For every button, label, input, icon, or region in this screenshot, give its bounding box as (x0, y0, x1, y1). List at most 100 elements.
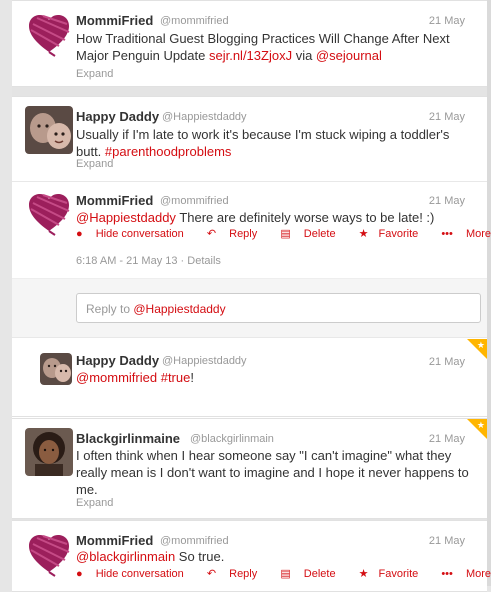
tweet-text: @Happiestdaddy There are definitely wors… (76, 209, 474, 226)
timeline-left-rail (0, 0, 12, 586)
hashtag-link[interactable]: #true (161, 370, 191, 385)
avatar[interactable] (25, 530, 73, 578)
conversation-card[interactable]: Happy Daddy @Happiestdaddy 21 May Usuall… (12, 96, 491, 418)
tweet-actions: ● Hide conversation ↶ Reply ▤ Delete ★ Fa… (76, 567, 491, 580)
tweet-text-body: So true. (175, 549, 225, 564)
more-button[interactable]: ••• More (441, 568, 491, 580)
reply-label: Reply (229, 228, 258, 240)
mention-link[interactable]: @mommifried (76, 370, 157, 385)
mention-link[interactable]: @blackgirlinmain (76, 549, 175, 564)
author-name[interactable]: Blackgirlinmaine (76, 431, 180, 446)
speech-bubble-icon: ● (76, 228, 83, 240)
person-photo-avatar-icon (25, 428, 73, 476)
star-icon: ★ (476, 340, 485, 350)
favorite-button[interactable]: ★ Favorite (359, 568, 429, 580)
author-name[interactable]: Happy Daddy (76, 353, 159, 368)
reply-input[interactable]: Reply to @Happiestdaddy (76, 293, 481, 323)
speech-bubble-icon: ● (76, 568, 83, 580)
hide-conversation-label: Hide conversation (95, 228, 184, 240)
delete-button[interactable]: ▤ Delete (280, 568, 345, 580)
baby-photo-avatar-icon (25, 106, 73, 154)
star-icon: ★ (358, 568, 369, 580)
tweet-link[interactable]: sejr.nl/13ZjoxJ (209, 48, 292, 63)
trash-icon: ▤ (280, 228, 291, 240)
hashtag-link[interactable]: #parenthoodproblems (105, 144, 231, 159)
divider (12, 337, 487, 338)
reply-button[interactable]: ↶ Reply (207, 228, 267, 240)
hide-conversation-button[interactable]: ● Hide conversation (76, 568, 194, 580)
avatar[interactable] (25, 428, 73, 476)
more-dots-icon: ••• (441, 228, 453, 240)
hide-conversation-button[interactable]: ● Hide conversation (76, 228, 194, 240)
author-name[interactable]: MommiFried (76, 193, 153, 208)
author-name[interactable]: MommiFried (76, 13, 153, 28)
author-name[interactable]: Happy Daddy (76, 109, 159, 124)
yarn-heart-avatar-icon (25, 10, 73, 58)
tweet-time[interactable]: 21 May (429, 535, 465, 547)
baby-photo-avatar-icon (40, 353, 72, 385)
author-handle[interactable]: @blackgirlinmain (190, 433, 274, 445)
tweet-text: Usually if I'm late to work it's because… (76, 126, 474, 160)
trash-icon: ▤ (280, 568, 291, 580)
star-icon: ★ (476, 420, 485, 430)
avatar[interactable] (25, 106, 73, 154)
favorite-label: Favorite (378, 228, 419, 240)
tweet-time[interactable]: 21 May (429, 195, 465, 207)
delete-label: Delete (303, 228, 336, 240)
favorite-label: Favorite (378, 568, 419, 580)
tweet-text: I often think when I hear someone say "I… (76, 448, 469, 497)
reply-arrow-icon: ↶ (206, 228, 217, 240)
tweet-text: @mommifried #true! (76, 369, 474, 386)
expand-link[interactable]: Expand (76, 497, 113, 509)
more-label: More (465, 228, 491, 240)
star-icon: ★ (358, 228, 369, 240)
avatar[interactable] (25, 189, 73, 237)
yarn-heart-avatar-icon (25, 189, 73, 237)
yarn-heart-avatar-icon (25, 530, 73, 578)
tweet-text: How Traditional Guest Blogging Practices… (76, 30, 474, 64)
reply-button[interactable]: ↶ Reply (207, 568, 267, 580)
tweet-time[interactable]: 21 May (429, 15, 465, 27)
expand-link[interactable]: Expand (76, 68, 113, 80)
divider (12, 181, 487, 182)
tweet-text-body: ! (190, 370, 194, 385)
delete-button[interactable]: ▤ Delete (280, 228, 345, 240)
tweet-timestamp-row: 6:18 AM - 21 May 13 · Details (76, 255, 221, 267)
tweet-text-via: via (292, 48, 316, 63)
mention-link[interactable]: @sejournal (316, 48, 382, 63)
delete-label: Delete (303, 568, 336, 580)
tweet-actions: ● Hide conversation ↶ Reply ▤ Delete ★ Fa… (76, 227, 491, 240)
reply-arrow-icon: ↶ (206, 568, 217, 580)
author-handle[interactable]: @Happiestdaddy (162, 355, 247, 367)
avatar[interactable] (25, 10, 73, 58)
tweet-time[interactable]: 21 May (429, 433, 465, 445)
author-handle[interactable]: @mommifried (160, 535, 229, 547)
author-handle[interactable]: @mommifried (160, 15, 229, 27)
tweet-timestamp[interactable]: 6:18 AM - 21 May 13 (76, 255, 178, 267)
tweet-text-body: There are definitely worse ways to be la… (175, 210, 435, 225)
tweet-time[interactable]: 21 May (429, 356, 465, 368)
more-label: More (465, 568, 491, 580)
favorite-button[interactable]: ★ Favorite (359, 228, 429, 240)
tweet-card[interactable]: MommiFried @mommifried 21 May How Tradit… (12, 0, 487, 87)
tweet-text: @blackgirlinmain So true. (76, 548, 474, 565)
tweet-card[interactable]: ★ Blackgirlinmaine @blackgirlinmain 21 M… (12, 418, 487, 519)
more-button[interactable]: ••• More (441, 228, 491, 240)
reply-mention: @Happiestdaddy (133, 302, 226, 316)
tweet-time[interactable]: 21 May (429, 111, 465, 123)
tweet-card[interactable]: MommiFried @mommifried 21 May @blackgirl… (12, 520, 491, 592)
avatar[interactable] (40, 353, 72, 385)
expand-link[interactable]: Expand (76, 158, 113, 170)
scrollbar[interactable] (487, 0, 491, 586)
timeline: MommiFried @mommifried 21 May How Tradit… (0, 0, 491, 592)
details-link[interactable]: Details (187, 255, 221, 267)
reply-label: Reply (229, 568, 258, 580)
author-handle[interactable]: @Happiestdaddy (162, 111, 247, 123)
reply-prefix: Reply to (86, 302, 134, 316)
more-dots-icon: ••• (441, 568, 453, 580)
mention-link[interactable]: @Happiestdaddy (76, 210, 176, 225)
author-handle[interactable]: @mommifried (160, 195, 229, 207)
author-name[interactable]: MommiFried (76, 533, 153, 548)
hide-conversation-label: Hide conversation (95, 568, 184, 580)
divider (12, 416, 487, 417)
